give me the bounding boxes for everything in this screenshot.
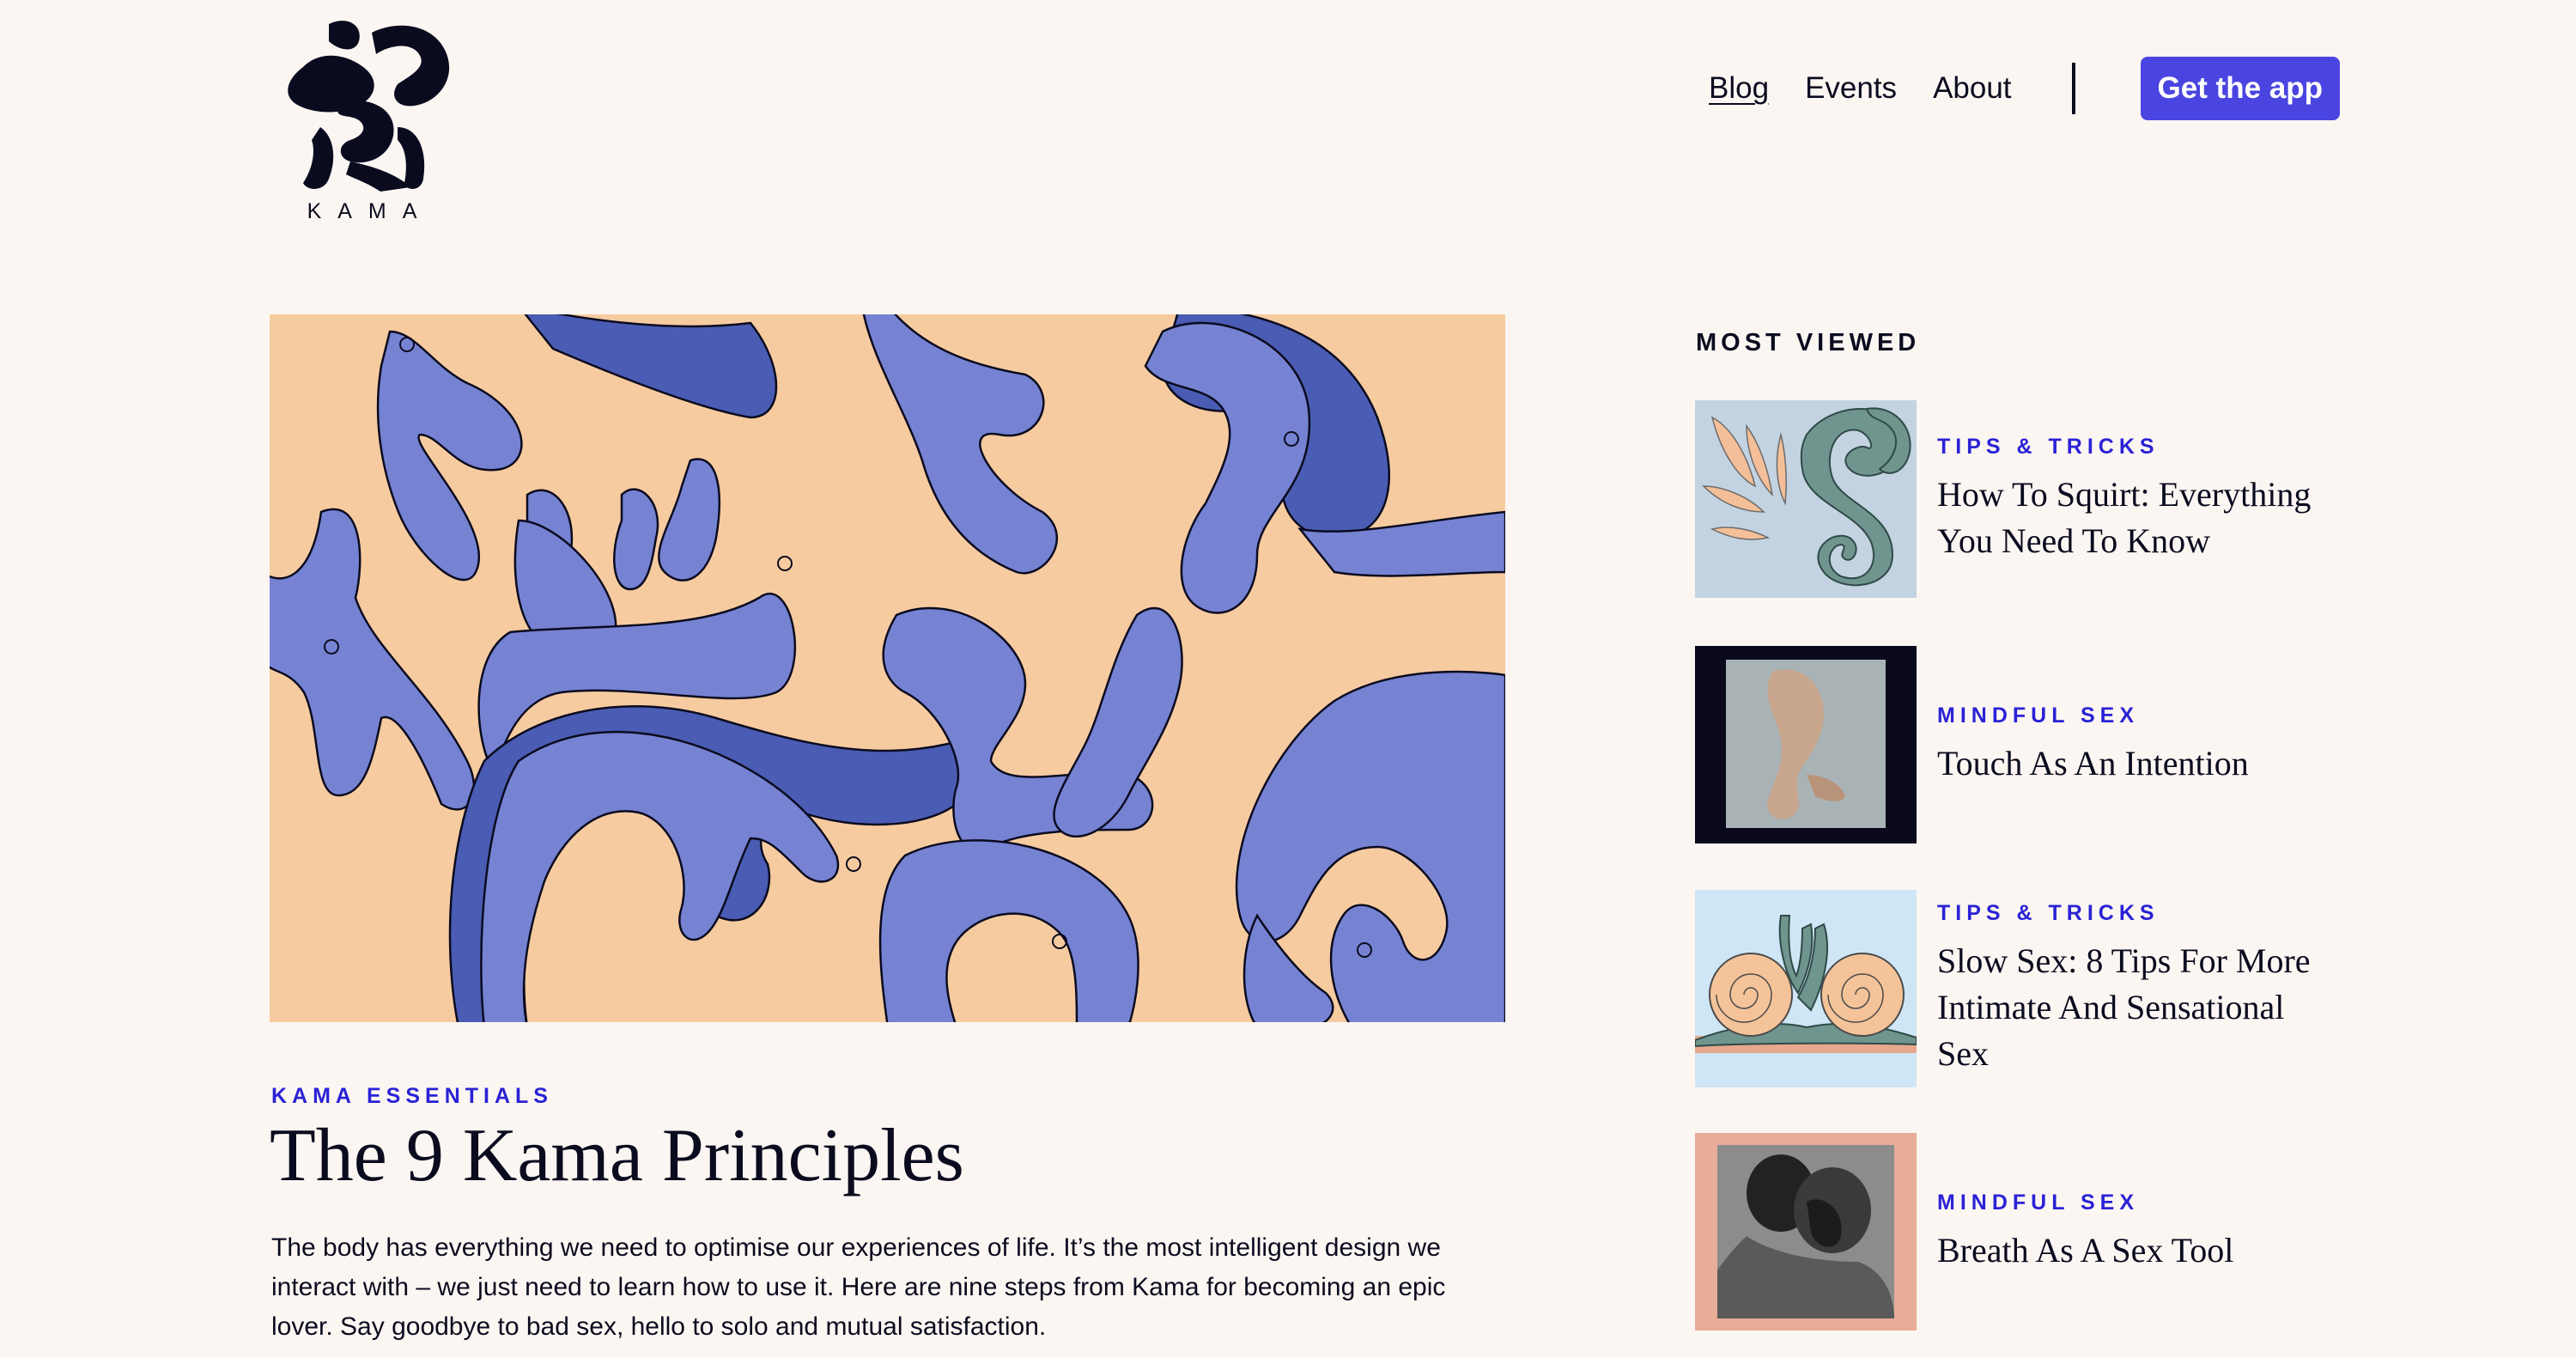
most-viewed-item[interactable]: TIPS & TRICKS How To Squirt: Everything … bbox=[1695, 400, 2348, 598]
featured-title[interactable]: The 9 Kama Principles bbox=[270, 1114, 964, 1198]
article-category[interactable]: TIPS & TRICKS bbox=[1937, 435, 2332, 460]
article-thumbnail[interactable] bbox=[1695, 646, 1917, 843]
nav-about[interactable]: About bbox=[1933, 71, 2011, 106]
most-viewed-heading: MOST VIEWED bbox=[1696, 329, 1921, 356]
main-nav: Blog Events About Get the app bbox=[1709, 57, 2341, 120]
article-title[interactable]: Touch As An Intention bbox=[1937, 740, 2332, 787]
kama-logo[interactable]: KAMA bbox=[269, 15, 459, 226]
nav-blog[interactable]: Blog bbox=[1709, 71, 1769, 106]
nav-divider bbox=[2071, 63, 2075, 114]
article-category[interactable]: MINDFUL SEX bbox=[1937, 1191, 2332, 1215]
most-viewed-text: TIPS & TRICKS Slow Sex: 8 Tips For More … bbox=[1937, 890, 2332, 1087]
most-viewed-text: TIPS & TRICKS How To Squirt: Everything … bbox=[1937, 400, 2332, 598]
get-app-button[interactable]: Get the app bbox=[2140, 57, 2341, 120]
article-thumbnail[interactable] bbox=[1695, 1133, 1917, 1331]
snail-illustration-icon bbox=[1695, 890, 1917, 1087]
photo-thumbnail-icon bbox=[1695, 646, 1917, 843]
nav-events[interactable]: Events bbox=[1805, 71, 1897, 106]
photo-thumbnail-icon bbox=[1695, 1133, 1917, 1331]
article-title[interactable]: How To Squirt: Everything You Need To Kn… bbox=[1937, 472, 2332, 564]
featured-category[interactable]: KAMA ESSENTIALS bbox=[271, 1084, 553, 1109]
article-category[interactable]: MINDFUL SEX bbox=[1937, 703, 2332, 728]
most-viewed-text: MINDFUL SEX Breath As A Sex Tool bbox=[1937, 1133, 2332, 1331]
logo-wordmark: KAMA bbox=[307, 199, 434, 223]
article-title[interactable]: Slow Sex: 8 Tips For More Intimate And S… bbox=[1937, 938, 2332, 1077]
most-viewed-item[interactable]: TIPS & TRICKS Slow Sex: 8 Tips For More … bbox=[1695, 890, 2348, 1087]
featured-excerpt: The body has everything we need to optim… bbox=[271, 1233, 1446, 1341]
featured-image[interactable] bbox=[270, 314, 1505, 1022]
article-thumbnail[interactable] bbox=[1695, 400, 1917, 598]
article-category[interactable]: TIPS & TRICKS bbox=[1937, 901, 2332, 926]
most-viewed-text: MINDFUL SEX Touch As An Intention bbox=[1937, 646, 2332, 843]
most-viewed-item[interactable]: MINDFUL SEX Touch As An Intention bbox=[1695, 646, 2348, 843]
article-title[interactable]: Breath As A Sex Tool bbox=[1937, 1227, 2332, 1274]
swirl-illustration-icon bbox=[1695, 400, 1917, 598]
most-viewed-item[interactable]: MINDFUL SEX Breath As A Sex Tool bbox=[1695, 1133, 2348, 1331]
abstract-figures-illustration-icon bbox=[270, 314, 1505, 1022]
article-thumbnail[interactable] bbox=[1695, 890, 1917, 1087]
kama-figure-icon bbox=[288, 21, 450, 192]
